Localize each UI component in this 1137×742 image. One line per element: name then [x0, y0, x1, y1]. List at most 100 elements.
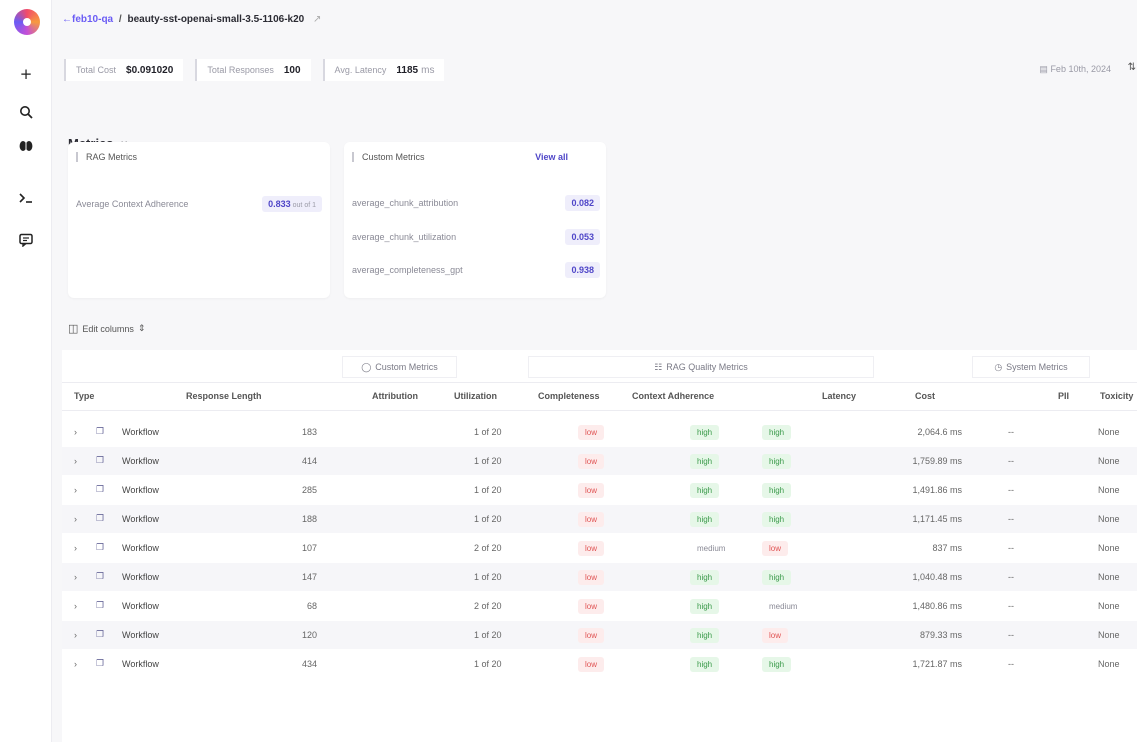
column-header-toxicity[interactable]: Toxicity — [1100, 384, 1133, 408]
row-cost: -- — [1008, 572, 1014, 582]
row-response-length: 434 — [301, 659, 317, 669]
table-row[interactable]: › ❐ Workflow 68 2 of 20 low high medium 1,480.86… — [62, 592, 1137, 620]
row-latency: 2,064.6 ms — [917, 427, 962, 437]
row-latency: 1,721.87 ms — [912, 659, 962, 669]
group-header-custom-metrics: ◯ Custom Metrics — [342, 356, 457, 378]
row-response-length: 147 — [301, 572, 317, 582]
row-completeness-badge: low — [578, 453, 605, 469]
table-row[interactable]: › ❐ Workflow 183 1 of 20 low high high 2,064.6 m… — [62, 418, 1137, 446]
row-completeness-badge: low — [578, 656, 605, 672]
stat-avg-latency: Avg. Latency 1185 ms — [322, 59, 445, 81]
group-header-rag-quality: ☷ RAG Quality Metrics — [528, 356, 874, 378]
table-row[interactable]: › ❐ Workflow 434 1 of 20 low high high 1,721.87 … — [62, 650, 1137, 678]
row-type: Workflow — [122, 572, 159, 582]
row-completeness-badge: low — [578, 598, 605, 614]
row-completeness-badge: low — [578, 569, 605, 585]
row-adherence-secondary-badge: high — [762, 656, 792, 672]
row-adherence-secondary-badge: high — [762, 482, 792, 498]
date-label: Feb 10th, 2024 — [1050, 64, 1111, 74]
edit-columns-button[interactable]: ◫ Edit columns ⇕ — [68, 322, 145, 335]
app-logo[interactable] — [14, 9, 40, 35]
external-link-icon[interactable]: ↗ — [313, 14, 321, 25]
breadcrumb-separator: / — [118, 14, 122, 25]
metric-name: average_chunk_attribution — [352, 198, 459, 208]
expand-chevron-icon[interactable]: › — [74, 476, 77, 504]
rag-metrics-card: RAG Metrics Average Context Adherence 0.… — [68, 142, 330, 298]
table-row[interactable]: › ❐ Workflow 188 1 of 20 low high high 1,171.45 … — [62, 505, 1137, 533]
expand-chevron-icon[interactable]: › — [74, 418, 77, 446]
row-utilization: 2 of 20 — [474, 543, 502, 553]
row-toxicity: None — [1098, 514, 1120, 524]
row-utilization: 1 of 20 — [474, 456, 502, 466]
expand-chevron-icon[interactable]: › — [74, 505, 77, 533]
column-header-latency[interactable]: Latency — [822, 384, 856, 408]
workflow-icon: ❐ — [96, 572, 105, 582]
row-type: Workflow — [122, 485, 159, 495]
breadcrumb-current: beauty-sst-openai-small-3.5-1106-k20 — [127, 14, 305, 25]
expand-chevron-icon[interactable]: › — [74, 592, 77, 620]
metric-value: 0.082 — [565, 195, 600, 211]
row-adherence-secondary-badge: high — [762, 453, 792, 469]
expand-chevron-icon[interactable]: › — [74, 563, 77, 591]
column-header-utilization[interactable]: Utilization — [454, 384, 497, 408]
clock-icon: ◷ — [994, 361, 1003, 372]
stat-total-cost: Total Cost $0.091020 — [64, 59, 184, 81]
column-header-context-adherence[interactable]: Context Adherence — [632, 384, 714, 408]
left-nav-rail: + — [0, 0, 52, 742]
column-header-response-length[interactable]: Response Length — [186, 384, 262, 408]
row-type: Workflow — [122, 427, 159, 437]
divider — [62, 410, 1137, 411]
feedback-icon[interactable] — [14, 228, 38, 252]
search-doc-icon: ☷ — [654, 361, 663, 372]
row-utilization: 2 of 20 — [474, 601, 502, 611]
row-context-adherence-badge: high — [690, 569, 720, 585]
breadcrumb: ←feb10-qa / beauty-sst-openai-small-3.5-… — [62, 14, 321, 25]
column-header-type[interactable]: Type — [74, 384, 94, 408]
table-row[interactable]: › ❐ Workflow 120 1 of 20 low high low 879.33 ms -… — [62, 621, 1137, 649]
date-range-picker[interactable]: ▤ Feb 10th, 2024 — [1039, 64, 1111, 75]
row-latency: 1,480.86 ms — [912, 601, 962, 611]
table-row[interactable]: › ❐ Workflow 107 2 of 20 low medium low 837 ms --… — [62, 534, 1137, 562]
row-toxicity: None — [1098, 456, 1120, 466]
metric-value-number: 0.833 — [268, 199, 291, 209]
row-cost: -- — [1008, 427, 1014, 437]
column-header-completeness[interactable]: Completeness — [538, 384, 600, 408]
brain-icon[interactable] — [14, 134, 38, 158]
metric-name: Average Context Adherence — [76, 199, 189, 209]
expand-chevron-icon[interactable]: › — [74, 621, 77, 649]
row-response-length: 183 — [301, 427, 317, 437]
view-all-link[interactable]: View all — [535, 152, 568, 162]
row-completeness-badge: low — [578, 540, 605, 556]
metric-value: 0.938 — [565, 262, 600, 278]
row-context-adherence-badge: high — [690, 627, 720, 643]
stat-label: Avg. Latency — [334, 65, 387, 75]
divider — [62, 382, 1137, 383]
expand-chevron-icon[interactable]: › — [74, 650, 77, 678]
workflow-icon: ❐ — [96, 514, 105, 524]
search-icon[interactable] — [14, 100, 38, 124]
terminal-icon[interactable] — [14, 186, 38, 210]
row-toxicity: None — [1098, 427, 1120, 437]
row-adherence-secondary-badge: high — [762, 511, 792, 527]
results-table: ◯ Custom Metrics ☷ RAG Quality Metrics ◷… — [62, 350, 1137, 742]
row-context-adherence-badge: high — [690, 424, 720, 440]
metric-row: average_completeness_gpt 0.938 — [352, 260, 600, 280]
row-cost: -- — [1008, 456, 1014, 466]
row-context-adherence-badge: high — [690, 656, 720, 672]
group-header-system-metrics: ◷ System Metrics — [972, 356, 1090, 378]
table-row[interactable]: › ❐ Workflow 414 1 of 20 low high high 1,759.89 … — [62, 447, 1137, 475]
column-header-attribution[interactable]: Attribution — [372, 384, 418, 408]
breadcrumb-back-link[interactable]: ←feb10-qa — [62, 14, 113, 25]
stat-total-responses: Total Responses 100 — [195, 59, 311, 81]
expand-chevron-icon[interactable]: › — [74, 534, 77, 562]
row-utilization: 1 of 20 — [474, 659, 502, 669]
settings-icon[interactable]: ⇅ — [1128, 62, 1136, 73]
table-row[interactable]: › ❐ Workflow 147 1 of 20 low high high 1,040.48 … — [62, 563, 1137, 591]
column-header-cost[interactable]: Cost — [915, 384, 935, 408]
plus-icon[interactable]: + — [14, 62, 38, 86]
column-header-pii[interactable]: PII — [1058, 384, 1069, 408]
workflow-icon: ❐ — [96, 456, 105, 466]
table-row[interactable]: › ❐ Workflow 285 1 of 20 low high high 1,491.86 … — [62, 476, 1137, 504]
expand-chevron-icon[interactable]: › — [74, 447, 77, 475]
row-utilization: 1 of 20 — [474, 572, 502, 582]
